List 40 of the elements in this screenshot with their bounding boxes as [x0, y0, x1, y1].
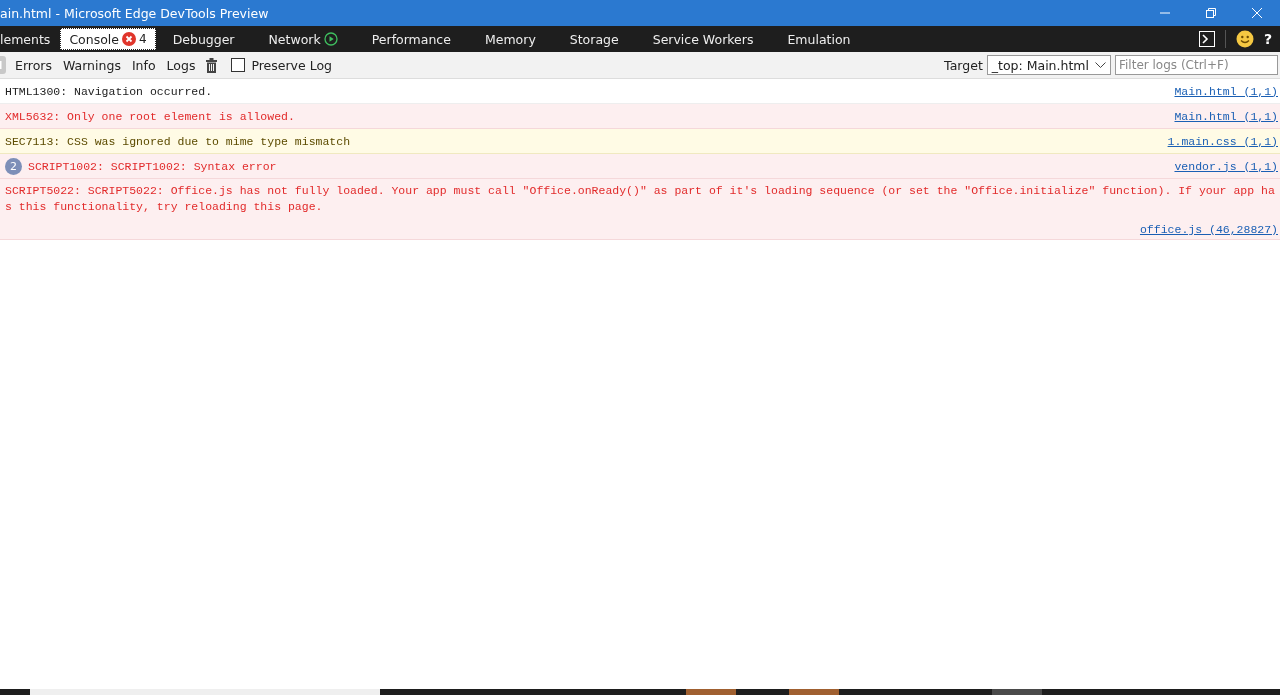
- tab[interactable]: Debugger: [155, 26, 252, 52]
- filter-button[interactable]: Info: [131, 57, 163, 73]
- error-count: 4: [139, 32, 147, 46]
- message-text: HTML1300: Navigation occurred.: [5, 84, 214, 98]
- chevron-down-icon: [1095, 61, 1106, 69]
- close-icon[interactable]: [1251, 7, 1263, 19]
- tab[interactable]: Performance: [354, 26, 468, 52]
- console-icon[interactable]: [1198, 31, 1215, 47]
- filter-button[interactable]: Errors: [15, 57, 59, 73]
- source-link[interactable]: 1.main.css (1,1): [1167, 134, 1278, 148]
- message-text: XML5632: Only one root element is allowed.: [5, 109, 296, 123]
- message-text: SCRIPT5022: SCRIPT5022: Office.js has not fully loaded. Your app must call "Office.onReady()" as part of it's loading sequence (or set the "Office.initialize" function). If your app has this functionality, try reloading this page.: [5, 183, 1276, 215]
- smiley-icon[interactable]: [1235, 30, 1254, 48]
- preserve-log-label: Preserve Log: [251, 57, 332, 73]
- filter-button[interactable]: Warnings: [63, 57, 128, 73]
- target-label: Target: [944, 57, 983, 73]
- source-link[interactable]: Main.html (1,1): [1174, 84, 1278, 98]
- tab[interactable]: Service Workers: [635, 26, 771, 52]
- message-text: SEC7113: CSS was ignored due to mime type mismatch: [5, 134, 352, 148]
- taskbar-search-field[interactable]: [30, 689, 380, 695]
- restore-icon[interactable]: [1205, 7, 1217, 19]
- tab[interactable]: Memory: [467, 26, 553, 52]
- tab[interactable]: Network: [251, 26, 355, 52]
- source-link[interactable]: office.js (46,28827): [1139, 223, 1278, 236]
- message-text: SCRIPT1002: SCRIPT1002: Syntax error: [28, 159, 278, 173]
- target-dropdown[interactable]: _top: Main.html: [986, 55, 1111, 75]
- filter-logs-field[interactable]: Filter logs (Ctrl+F): [1115, 55, 1278, 75]
- filter-button[interactable]: Logs: [166, 57, 203, 73]
- preserve-log-checkbox[interactable]: [231, 58, 246, 72]
- repeat-count-badge: 2: [5, 157, 22, 175]
- tab[interactable]: lements: [0, 26, 61, 52]
- source-link[interactable]: vendor.js (1,1): [1174, 159, 1278, 173]
- tab[interactable]: Console 4: [60, 28, 156, 50]
- error-icon: [122, 32, 136, 46]
- help-button[interactable]: ?: [1263, 31, 1272, 47]
- window-title: ain.html - Microsoft Edge DevTools Preview: [0, 5, 269, 21]
- trash-icon[interactable]: [206, 57, 218, 73]
- source-link[interactable]: Main.html (1,1): [1174, 109, 1278, 123]
- tab[interactable]: Storage: [552, 26, 636, 52]
- tab[interactable]: Emulation: [770, 26, 868, 52]
